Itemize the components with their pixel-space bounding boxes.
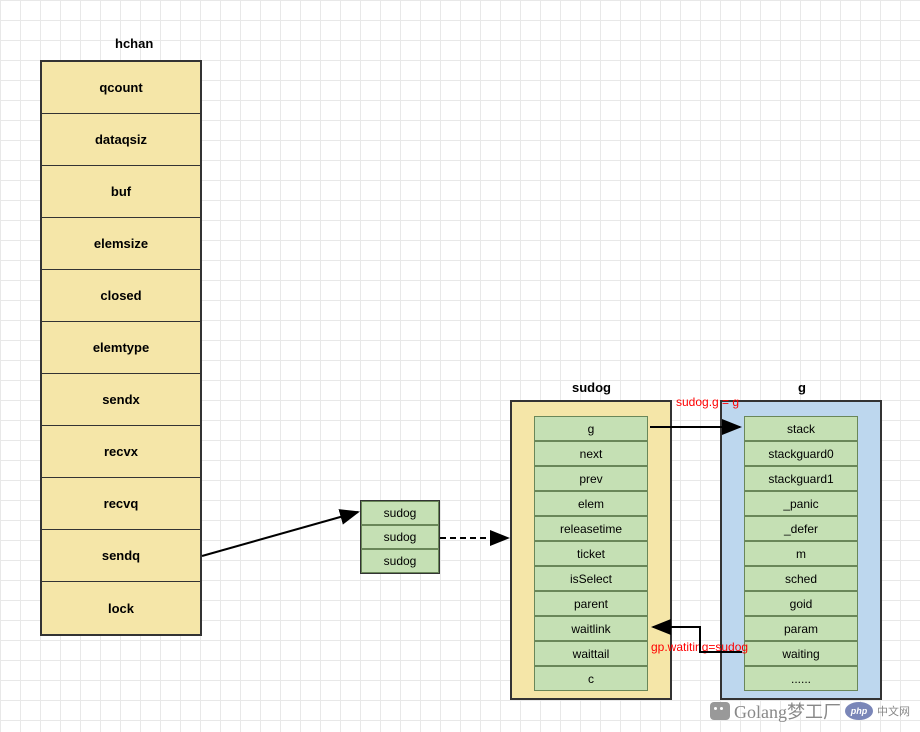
hchan-field: lock	[42, 582, 200, 634]
sudog-field: ticket	[534, 541, 648, 566]
g-struct: stack stackguard0 stackguard1 _panic _de…	[720, 400, 882, 700]
label-gp-waiting: gp.watiting=sudog	[651, 640, 748, 654]
g-title: g	[798, 380, 806, 395]
g-field: stack	[744, 416, 858, 441]
watermark: Golang梦工厂 php 中文网	[710, 698, 910, 724]
g-field-waiting: waiting	[744, 641, 858, 666]
hchan-field: elemtype	[42, 322, 200, 374]
hchan-field-sendq: sendq	[42, 530, 200, 582]
php-logo-icon: php	[845, 702, 873, 720]
sudog-field: c	[534, 666, 648, 691]
g-field: stackguard0	[744, 441, 858, 466]
sudog-queue: sudog sudog sudog	[360, 500, 440, 574]
sudog-title: sudog	[572, 380, 611, 395]
sudog-item: sudog	[361, 549, 439, 573]
hchan-struct: qcount dataqsiz buf elemsize closed elem…	[40, 60, 202, 636]
g-field: m	[744, 541, 858, 566]
label-sudog-g: sudog.g = g	[676, 395, 739, 409]
wechat-icon	[710, 702, 730, 720]
g-field: _defer	[744, 516, 858, 541]
watermark-sub: 中文网	[877, 703, 910, 719]
hchan-title: hchan	[115, 36, 153, 51]
hchan-field: sendx	[42, 374, 200, 426]
sudog-field: releasetime	[534, 516, 648, 541]
g-field: _panic	[744, 491, 858, 516]
sudog-struct: g next prev elem releasetime ticket isSe…	[510, 400, 672, 700]
sudog-field: next	[534, 441, 648, 466]
sudog-field: parent	[534, 591, 648, 616]
hchan-field: recvq	[42, 478, 200, 530]
hchan-field: recvx	[42, 426, 200, 478]
hchan-field: elemsize	[42, 218, 200, 270]
g-field: sched	[744, 566, 858, 591]
hchan-field: dataqsiz	[42, 114, 200, 166]
watermark-text: Golang梦工厂	[734, 698, 841, 724]
hchan-field: qcount	[42, 62, 200, 114]
sudog-item: sudog	[361, 501, 439, 525]
sudog-field-g: g	[534, 416, 648, 441]
sudog-item: sudog	[361, 525, 439, 549]
sudog-field: isSelect	[534, 566, 648, 591]
sudog-field-waitlink: waitlink	[534, 616, 648, 641]
g-field: stackguard1	[744, 466, 858, 491]
hchan-field: buf	[42, 166, 200, 218]
g-field: goid	[744, 591, 858, 616]
sudog-field: prev	[534, 466, 648, 491]
sudog-field: elem	[534, 491, 648, 516]
g-field: param	[744, 616, 858, 641]
g-field: ......	[744, 666, 858, 691]
hchan-field: closed	[42, 270, 200, 322]
sudog-field: waittail	[534, 641, 648, 666]
